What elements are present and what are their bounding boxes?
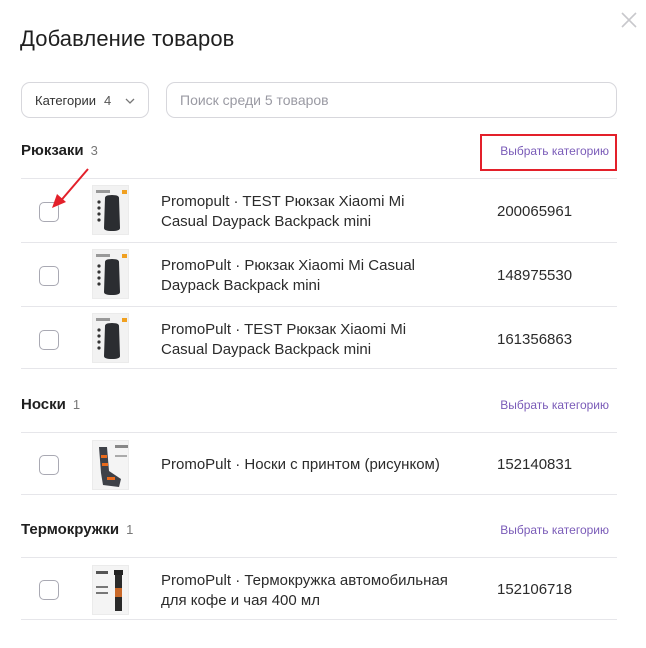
product-row: PromoPult · TEST Рюкзак Xiaomi Mi Casual … bbox=[21, 306, 617, 369]
product-checkbox[interactable] bbox=[39, 330, 59, 350]
product-name: PromoPult · Носки с принтом (рисунком) bbox=[161, 456, 440, 473]
product-checkbox[interactable] bbox=[39, 266, 59, 286]
product-row: PromoPult · Рюкзак Xiaomi Mi Casual Daypa… bbox=[21, 242, 617, 305]
chevron-down-icon bbox=[125, 98, 135, 104]
annotation-highlight-box bbox=[480, 134, 617, 171]
search-input[interactable] bbox=[166, 82, 617, 118]
product-thumbnail bbox=[92, 440, 129, 490]
categories-dropdown-label: Категории bbox=[35, 92, 96, 108]
category-name: Рюкзаки 3 bbox=[21, 142, 98, 159]
category-header-thermo-mugs: Термокружки 1 Выбрать категорию bbox=[21, 519, 617, 543]
product-id: 161356863 bbox=[497, 331, 573, 348]
categories-dropdown-count: 4 bbox=[104, 92, 112, 108]
select-category-link[interactable]: Выбрать категорию bbox=[500, 523, 609, 537]
product-row: PromoPult · Носки с принтом (рисунком) 1… bbox=[21, 432, 617, 495]
product-thumbnail bbox=[92, 249, 129, 299]
product-id: 200065961 bbox=[497, 203, 573, 220]
add-products-modal: Добавление товаров Категории 4 Рюкзаки3 … bbox=[0, 0, 646, 648]
category-name: Носки 1 bbox=[21, 396, 81, 413]
product-thumbnail bbox=[92, 565, 129, 615]
select-category-link[interactable]: Выбрать категорию bbox=[500, 398, 609, 412]
category-name: Термокружки 1 bbox=[21, 521, 134, 538]
category-count: 1 bbox=[126, 522, 134, 537]
modal-title: Добавление товаров bbox=[20, 26, 235, 51]
product-checkbox[interactable] bbox=[39, 580, 59, 600]
product-checkbox[interactable] bbox=[39, 455, 59, 475]
category-count: 1 bbox=[72, 397, 81, 412]
close-icon[interactable] bbox=[619, 10, 639, 30]
category-count: 3 bbox=[90, 143, 98, 158]
product-name: PromoPult · TEST Рюкзак Xiaomi Mi Casual … bbox=[161, 321, 407, 358]
categories-dropdown[interactable]: Категории 4 bbox=[21, 82, 149, 118]
category-header-socks: Носки 1 Выбрать категорию bbox=[21, 394, 617, 418]
product-name: PromoPult · Рюкзак Xiaomi Mi Casual Daypa… bbox=[161, 257, 415, 294]
product-row: Promopult · TEST Рюкзак Xiaomi Mi Casual … bbox=[21, 178, 617, 241]
product-id: 148975530 bbox=[497, 267, 573, 284]
annotation-arrow-icon bbox=[52, 168, 89, 208]
product-row: PromoPult · Термокружка автомобильная для… bbox=[21, 557, 617, 620]
product-id: 152106718 bbox=[497, 581, 573, 598]
product-thumbnail bbox=[92, 185, 129, 235]
product-name: Promopult · TEST Рюкзак Xiaomi Mi Casual … bbox=[161, 193, 405, 230]
product-name: PromoPult · Термокружка автомобильная для… bbox=[161, 572, 448, 609]
product-thumbnail bbox=[92, 313, 129, 363]
product-id: 152140831 bbox=[497, 456, 573, 473]
